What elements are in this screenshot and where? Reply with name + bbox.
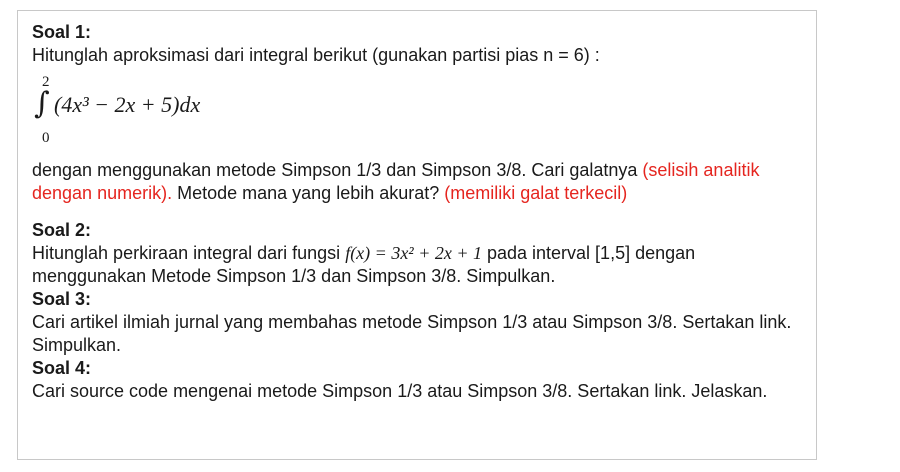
integral-lower-limit: 0 [42, 130, 50, 146]
integral-expression: (4x³ − 2x + 5)dx [54, 92, 201, 117]
soal-1-prompt: Hitunglah aproksimasi dari integral beri… [32, 45, 600, 65]
soal-1-body-text-1: dengan menggunakan metode Simpson 1/3 da… [32, 160, 643, 180]
soal-2-text-before: Hitunglah perkiraan integral dari fungsi [32, 243, 346, 263]
soal-1-body-text-2: Metode mana yang lebih akurat? [172, 183, 445, 203]
soal-4-title: Soal 4: [32, 358, 92, 378]
soal-4-text: Cari source code mengenai metode Simpson… [32, 381, 768, 401]
soal-1-integral: 2 ∫ 0 (4x³ − 2x + 5)dx [32, 67, 804, 159]
document-content: Soal 1: Hitunglah aproksimasi dari integ… [32, 21, 804, 403]
soal-1-title: Soal 1: [32, 22, 92, 42]
soal-3-title: Soal 3: [32, 289, 92, 309]
document-frame: Soal 1: Hitunglah aproksimasi dari integ… [17, 10, 817, 460]
soal-2-function: f(x) = 3x² + 2x + 1 [345, 243, 482, 263]
soal-3-text: Cari artikel ilmiah jurnal yang membahas… [32, 312, 792, 355]
soal-1-accuracy-note: (memiliki galat terkecil) [444, 183, 628, 203]
soal-2-text: Hitunglah perkiraan integral dari fungsi… [32, 242, 804, 288]
integral-sign-icon: ∫ [34, 86, 50, 121]
soal-1-body: dengan menggunakan metode Simpson 1/3 da… [32, 159, 804, 205]
soal-2-title: Soal 2: [32, 220, 92, 240]
